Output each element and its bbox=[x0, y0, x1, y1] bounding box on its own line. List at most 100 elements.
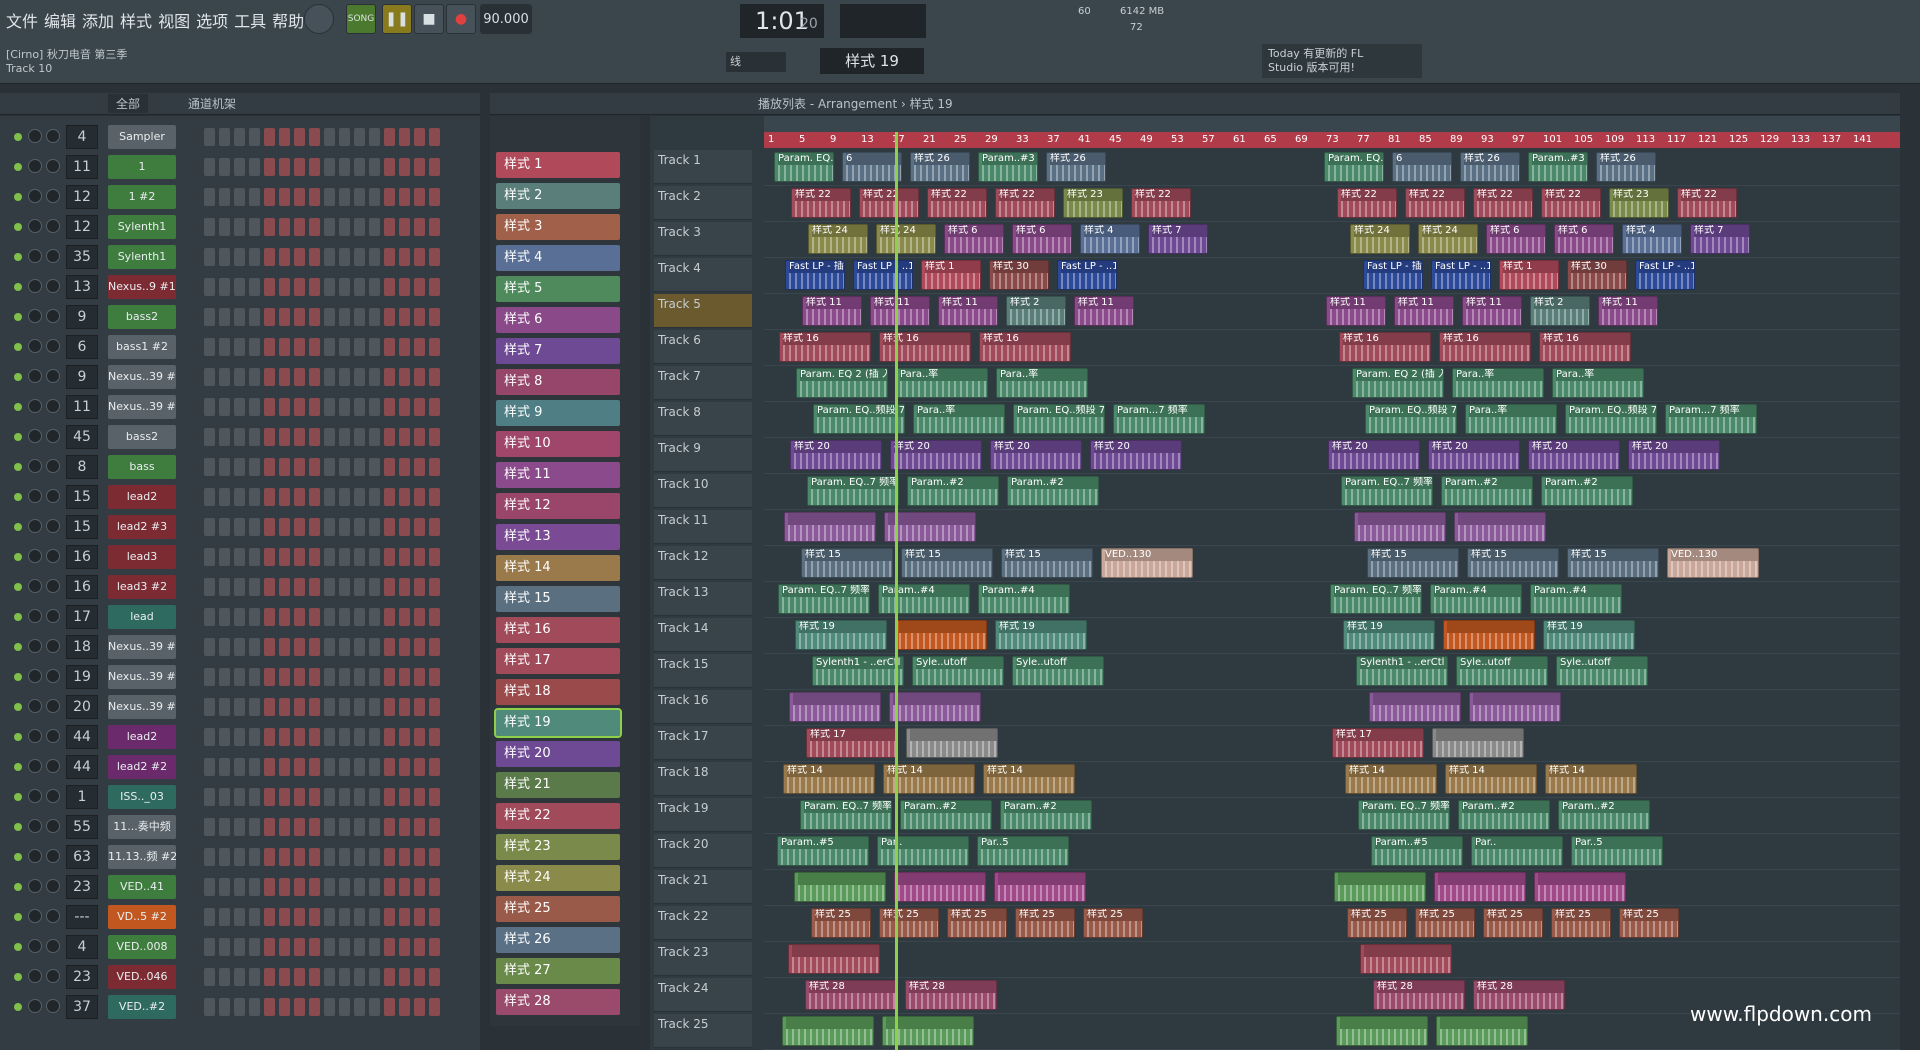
stop-button[interactable]: ■ bbox=[414, 4, 444, 34]
step-sequencer[interactable] bbox=[204, 338, 440, 356]
playlist-clip[interactable]: 样式 1 bbox=[921, 260, 981, 290]
playlist-clip[interactable]: 样式 14 bbox=[783, 764, 875, 794]
step-sequencer[interactable] bbox=[204, 518, 440, 536]
channel-row[interactable]: 16 lead3 #2 bbox=[0, 572, 480, 602]
channel-mute-led[interactable] bbox=[14, 223, 22, 231]
pause-button[interactable]: ❚❚ bbox=[382, 4, 412, 34]
channel-name-button[interactable]: Nexus..39 #4 bbox=[108, 365, 176, 389]
track-header[interactable]: Track 5 bbox=[654, 294, 752, 328]
step-button[interactable] bbox=[264, 848, 275, 866]
step-sequencer[interactable] bbox=[204, 158, 440, 176]
playlist-clip[interactable]: 样式 14 bbox=[983, 764, 1075, 794]
step-button[interactable] bbox=[339, 278, 350, 296]
channel-mixer-track[interactable]: 9 bbox=[66, 305, 98, 329]
channel-name-button[interactable]: Sylenth1 bbox=[108, 215, 176, 239]
step-button[interactable] bbox=[354, 548, 365, 566]
channel-row[interactable]: 8 bass bbox=[0, 452, 480, 482]
step-button[interactable] bbox=[264, 968, 275, 986]
channel-mute-led[interactable] bbox=[14, 283, 22, 291]
step-button[interactable] bbox=[294, 908, 305, 926]
step-button[interactable] bbox=[264, 668, 275, 686]
step-button[interactable] bbox=[429, 398, 440, 416]
step-button[interactable] bbox=[219, 668, 230, 686]
step-button[interactable] bbox=[234, 788, 245, 806]
pattern-item[interactable]: 样式 11 bbox=[496, 462, 620, 488]
step-button[interactable] bbox=[279, 218, 290, 236]
pattern-item[interactable]: 样式 13 bbox=[496, 524, 620, 550]
playlist-clip[interactable]: 样式 1 bbox=[1499, 260, 1559, 290]
step-button[interactable] bbox=[369, 548, 380, 566]
playhead[interactable] bbox=[895, 132, 898, 1050]
channel-volume-knob[interactable] bbox=[46, 639, 60, 653]
step-button[interactable] bbox=[414, 518, 425, 536]
playlist-clip[interactable]: Fast LP - 插入 14 - 截止 bbox=[785, 260, 845, 290]
channel-pan-knob[interactable] bbox=[28, 699, 42, 713]
playlist-clip[interactable]: Fast LP - ..14 - 截止 bbox=[1057, 260, 1117, 290]
step-button[interactable] bbox=[309, 188, 320, 206]
track-lane[interactable]: Param. EQ..7 频率 #4 Param. EQ..7 频率 #4 Para… bbox=[764, 582, 1900, 618]
step-sequencer[interactable] bbox=[204, 668, 440, 686]
step-button[interactable] bbox=[339, 788, 350, 806]
step-button[interactable] bbox=[324, 518, 335, 536]
channel-pan-knob[interactable] bbox=[28, 879, 42, 893]
step-button[interactable] bbox=[369, 818, 380, 836]
channel-row[interactable]: 44 lead2 bbox=[0, 722, 480, 752]
step-button[interactable] bbox=[219, 488, 230, 506]
step-button[interactable] bbox=[414, 608, 425, 626]
step-button[interactable] bbox=[429, 308, 440, 326]
step-button[interactable] bbox=[354, 758, 365, 776]
playlist-clip[interactable] bbox=[1434, 872, 1526, 902]
step-button[interactable] bbox=[414, 128, 425, 146]
step-button[interactable] bbox=[204, 308, 215, 326]
channel-mixer-track[interactable]: 4 bbox=[66, 125, 98, 149]
step-button[interactable] bbox=[354, 788, 365, 806]
step-button[interactable] bbox=[384, 848, 395, 866]
channel-name-button[interactable]: Sampler bbox=[108, 125, 176, 149]
playlist-clip[interactable]: 样式 4 bbox=[1080, 224, 1140, 254]
step-button[interactable] bbox=[309, 128, 320, 146]
playlist-clip[interactable] bbox=[782, 1016, 874, 1046]
step-button[interactable] bbox=[399, 398, 410, 416]
playlist-clip[interactable] bbox=[789, 692, 881, 722]
playlist-clip[interactable] bbox=[994, 872, 1086, 902]
playlist-clip[interactable]: 样式 7 bbox=[1148, 224, 1208, 254]
channel-volume-knob[interactable] bbox=[46, 369, 60, 383]
step-button[interactable] bbox=[414, 338, 425, 356]
channel-row[interactable]: 44 lead2 #2 bbox=[0, 752, 480, 782]
step-button[interactable] bbox=[339, 458, 350, 476]
playlist-clip[interactable]: 样式 25 bbox=[1015, 908, 1075, 938]
step-button[interactable] bbox=[264, 368, 275, 386]
step-button[interactable] bbox=[249, 968, 260, 986]
track-lane[interactable] bbox=[764, 510, 1900, 546]
track-lane[interactable]: 样式 11 样式 11 样式 11 样式 11 样式 11 样式 11 样式 2 样式 2 样式… bbox=[764, 294, 1900, 330]
playlist-clip[interactable]: Par.. bbox=[1471, 836, 1563, 866]
step-button[interactable] bbox=[414, 818, 425, 836]
step-button[interactable] bbox=[264, 218, 275, 236]
channel-mixer-track[interactable]: 35 bbox=[66, 245, 98, 269]
timeline-ruler[interactable]: 1 5 9 13 17 21 25 29 33 37 41 45 49 53 57 61 65 69 73 77 81 8… bbox=[764, 132, 1900, 148]
pattern-item[interactable]: 样式 23 bbox=[496, 834, 620, 860]
step-button[interactable] bbox=[429, 578, 440, 596]
playlist-clip[interactable]: 样式 15 bbox=[801, 548, 893, 578]
step-button[interactable] bbox=[354, 938, 365, 956]
step-button[interactable] bbox=[399, 158, 410, 176]
track-lane[interactable]: Param. EQ..频段 7 频率 Param. EQ..频段 7 频率 Para… bbox=[764, 402, 1900, 438]
step-button[interactable] bbox=[369, 188, 380, 206]
menu-item-0[interactable]: 文件 bbox=[6, 8, 38, 32]
step-button[interactable] bbox=[279, 668, 290, 686]
channel-pan-knob[interactable] bbox=[28, 609, 42, 623]
step-button[interactable] bbox=[354, 908, 365, 926]
track-header[interactable]: Track 25 bbox=[654, 1014, 752, 1048]
step-button[interactable] bbox=[339, 398, 350, 416]
playlist-clip[interactable]: 样式 15 bbox=[901, 548, 993, 578]
step-button[interactable] bbox=[339, 338, 350, 356]
channel-volume-knob[interactable] bbox=[46, 189, 60, 203]
playlist-clip[interactable]: 样式 2 bbox=[1006, 296, 1066, 326]
step-button[interactable] bbox=[294, 308, 305, 326]
step-button[interactable] bbox=[249, 788, 260, 806]
step-button[interactable] bbox=[414, 668, 425, 686]
track-header[interactable]: Track 15 bbox=[654, 654, 752, 688]
step-button[interactable] bbox=[264, 488, 275, 506]
step-button[interactable] bbox=[414, 398, 425, 416]
step-button[interactable] bbox=[309, 488, 320, 506]
